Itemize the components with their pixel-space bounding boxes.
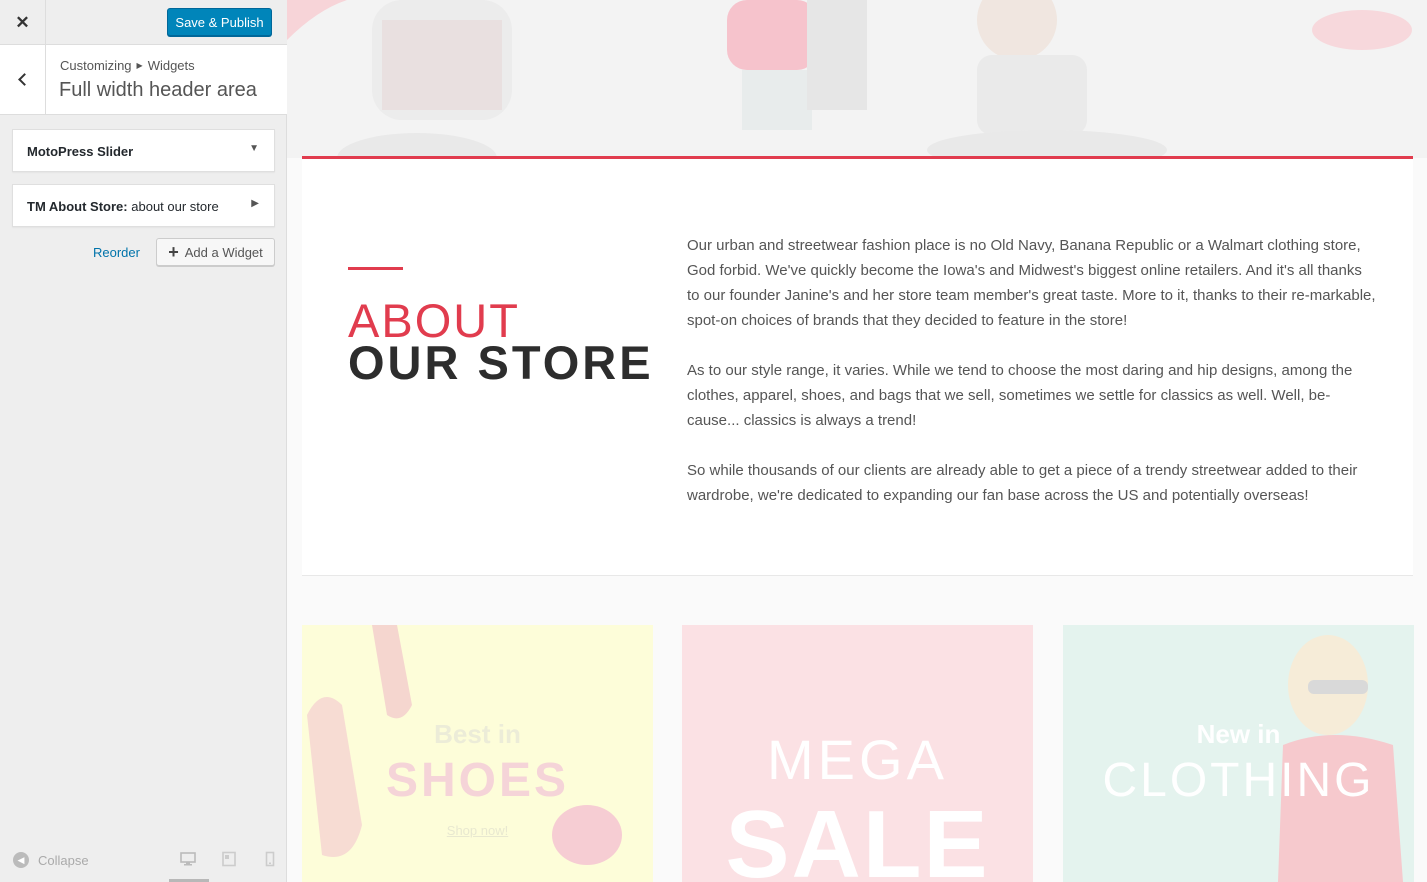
about-paragraph: As to our style range, it varies. While …: [687, 362, 1353, 429]
chevron-left-icon: [18, 73, 31, 86]
section-title: Full width header area: [59, 79, 257, 101]
about-store-widget: ABOUT OUR STORE Our urban and streetwear…: [302, 159, 1413, 576]
section-header: Customizing ▶ Widgets Full width header ar…: [0, 45, 287, 115]
about-paragraph: Our urban and streetwear fashion place i…: [687, 237, 1376, 329]
promo-banner-shoes[interactable]: Best in SHOES Shop now!: [302, 625, 653, 882]
widget-tm-about-store[interactable]: TM About Store: about our store ▶: [12, 184, 275, 227]
save-publish-button[interactable]: Save & Publish: [167, 8, 272, 36]
about-title-line2: OUR STORE: [348, 336, 654, 389]
promo-shop-link[interactable]: Shop now!: [302, 823, 653, 838]
breadcrumb: Customizing ▶ Widgets: [60, 58, 195, 73]
widget-name: TM About Store:: [27, 199, 128, 214]
caret-right-icon[interactable]: ▶: [251, 198, 259, 209]
about-text: Our urban and streetwear fashion place i…: [687, 233, 1377, 533]
widget-name: MotoPress Slider: [27, 144, 134, 159]
widget-subtitle: about our store: [131, 199, 219, 214]
hero-people-illustration: [287, 0, 1412, 158]
sidebar-footer: ◀ Collapse: [0, 838, 287, 882]
promo-headline: SALE: [725, 791, 990, 882]
add-widget-label: Add a Widget: [184, 244, 263, 260]
collapse-button[interactable]: ◀ Collapse: [13, 852, 89, 868]
widget-title: TM About Store: about our store: [27, 199, 219, 214]
promo-banner-clothing[interactable]: New in CLOTHING: [1063, 625, 1414, 882]
promo-kicker: Best in: [434, 719, 521, 749]
widget-title: MotoPress Slider: [27, 144, 133, 159]
reorder-link[interactable]: Reorder: [93, 245, 140, 260]
breadcrumb-separator-icon: ▶: [136, 61, 143, 70]
site-preview: ABOUT OUR STORE Our urban and streetwear…: [287, 0, 1427, 882]
sidebar-header: ✕ Save & Publish: [0, 0, 287, 45]
tablet-icon[interactable]: [221, 851, 237, 867]
about-paragraph: So while thousands of our clients are al…: [687, 462, 1358, 504]
widget-motopress-slider[interactable]: MotoPress Slider ▼: [12, 129, 275, 172]
promo-kicker: MEGA: [767, 728, 948, 791]
close-button[interactable]: ✕: [0, 0, 46, 45]
mobile-icon[interactable]: [262, 851, 278, 867]
plus-icon: +: [168, 242, 179, 262]
caret-down-icon[interactable]: ▼: [249, 143, 259, 154]
collapse-arrow-icon: ◀: [13, 852, 29, 868]
about-title-rule: [348, 267, 403, 270]
back-button[interactable]: [0, 45, 46, 114]
breadcrumb-child: Widgets: [147, 58, 195, 73]
promo-headline: SHOES: [385, 754, 570, 807]
close-icon: ✕: [15, 12, 30, 32]
breadcrumb-parent: Customizing: [60, 58, 132, 73]
customizer-sidebar: ✕ Save & Publish Customizing ▶ Widgets Ful…: [0, 0, 287, 882]
desktop-icon[interactable]: [180, 851, 196, 867]
add-widget-button[interactable]: + Add a Widget: [156, 238, 275, 266]
promo-headline: CLOTHING: [1102, 754, 1375, 807]
promo-kicker: New in: [1196, 719, 1281, 749]
collapse-label: Collapse: [38, 852, 89, 868]
hero-slider-image: [287, 0, 1427, 158]
promo-banner-sale[interactable]: MEGA SALE: [682, 625, 1033, 882]
